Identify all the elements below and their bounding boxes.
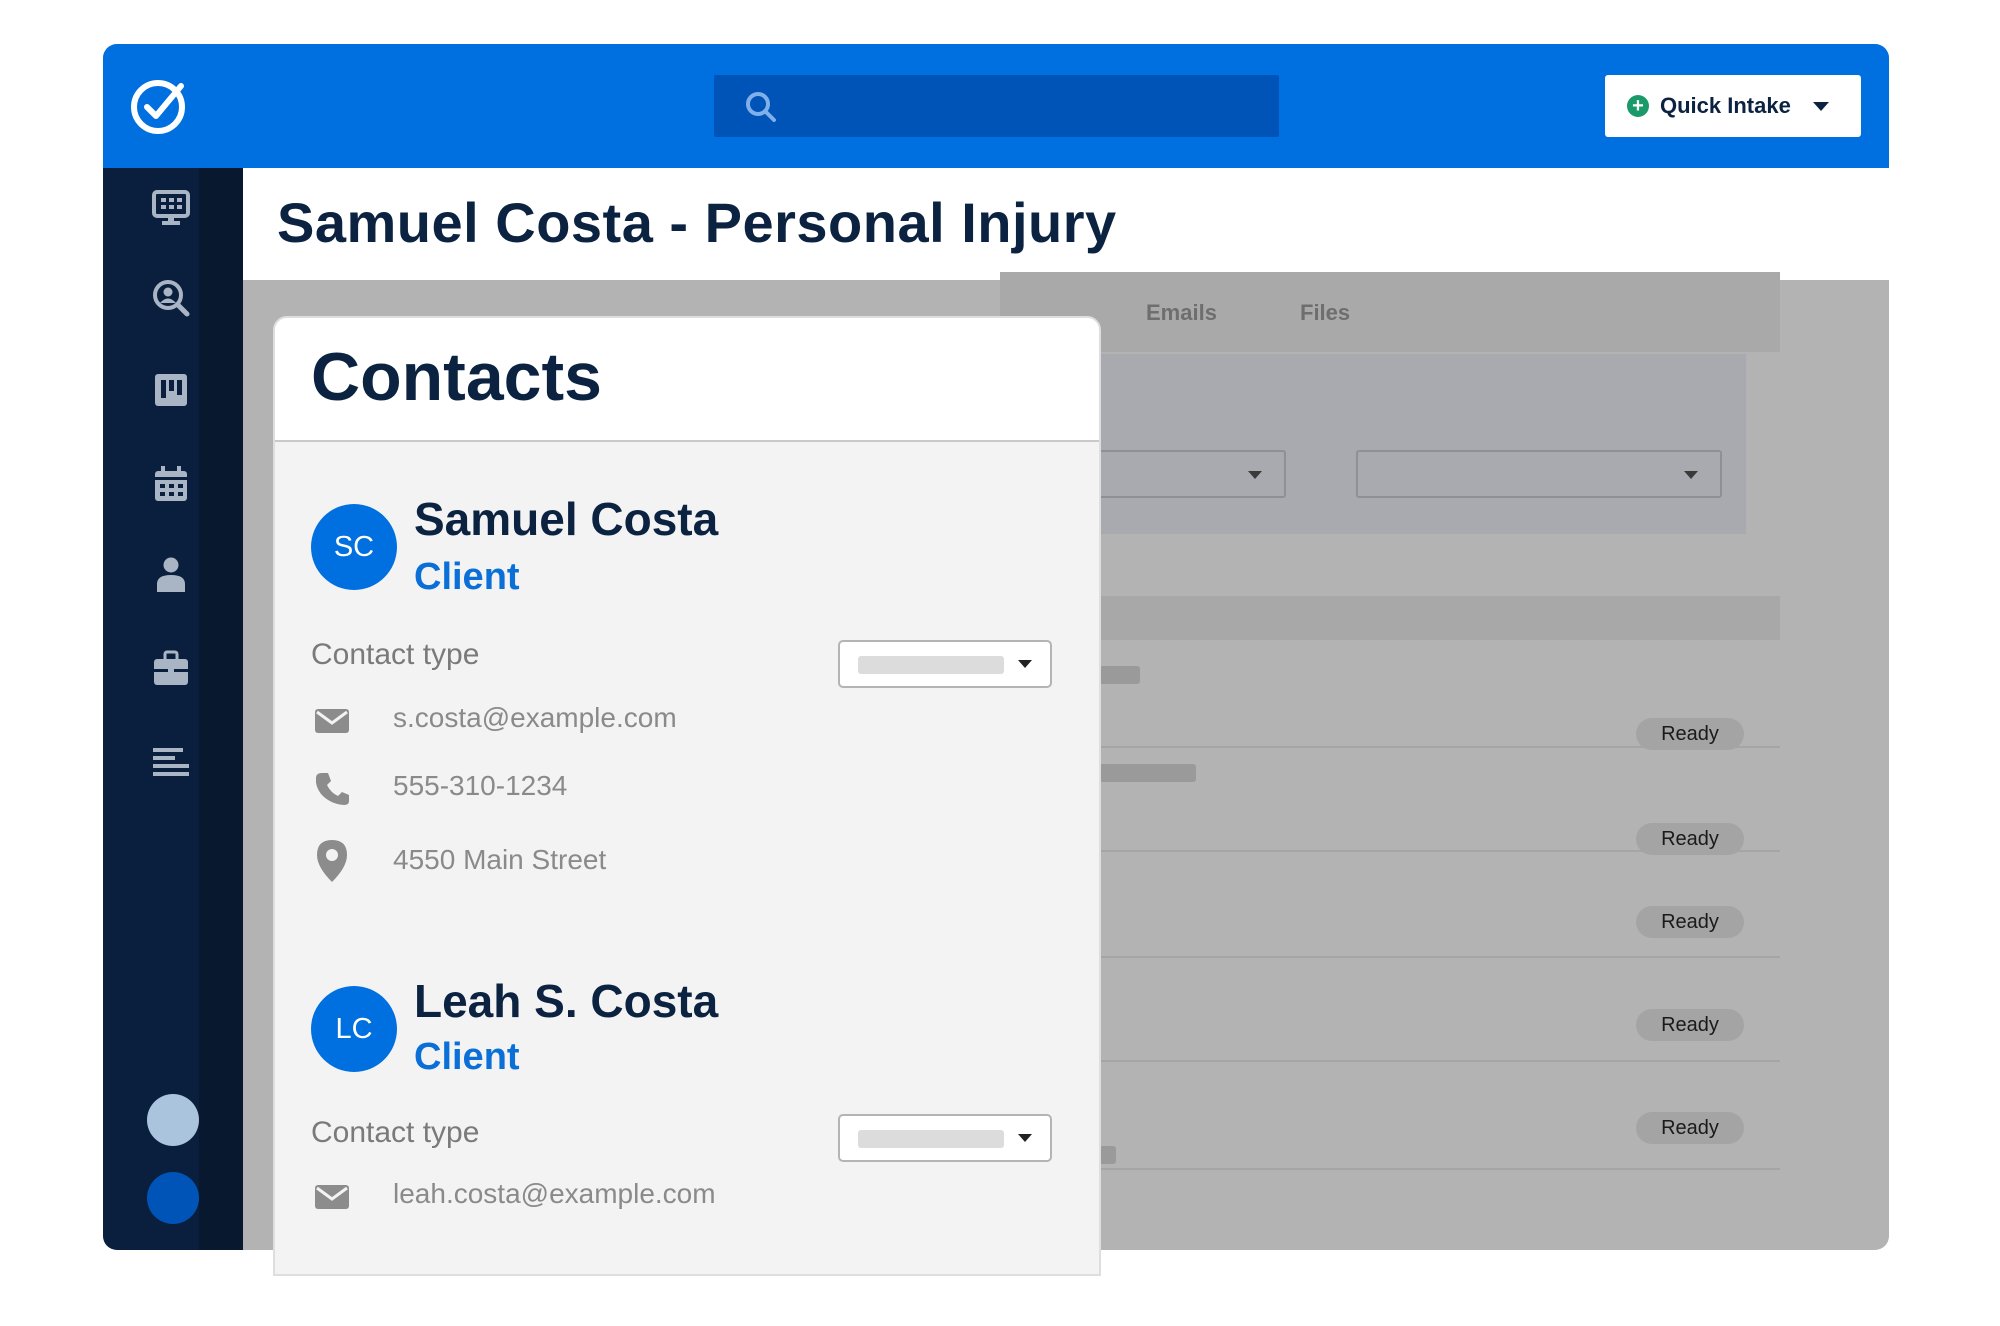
- contacts-panel: Contacts SC Samuel Costa Client Contact …: [273, 316, 1101, 1276]
- contact-phone[interactable]: 555-310-1234: [393, 770, 567, 802]
- phone-icon: [315, 773, 349, 805]
- person-icon[interactable]: [151, 554, 191, 594]
- plus-icon: +: [1627, 95, 1649, 117]
- chevron-down-icon: [1248, 471, 1262, 479]
- tab-files[interactable]: Files: [1300, 300, 1350, 326]
- contacts-header: Contacts: [275, 318, 1099, 442]
- contact-address[interactable]: 4550 Main Street: [393, 844, 606, 876]
- filter-select[interactable]: [1356, 450, 1722, 498]
- contact-role: Client: [414, 1036, 520, 1078]
- chevron-down-icon: [1018, 1134, 1032, 1142]
- contacts-heading: Contacts: [311, 339, 602, 415]
- contact-type-select[interactable]: [838, 640, 1052, 688]
- contact-type-select[interactable]: [838, 1114, 1052, 1162]
- contact-email[interactable]: leah.costa@example.com: [393, 1178, 716, 1210]
- contact-type-label: Contact type: [311, 638, 480, 671]
- contact-role: Client: [414, 556, 520, 598]
- user-avatar[interactable]: [147, 1172, 199, 1224]
- email-icon: [315, 1185, 349, 1209]
- status-badge: Ready: [1636, 1112, 1744, 1144]
- status-badge: Ready: [1636, 906, 1744, 938]
- chevron-down-icon: [1684, 471, 1698, 479]
- top-bar: + Quick Intake: [103, 44, 1889, 168]
- email-icon: [315, 709, 349, 733]
- chevron-down-icon: [1812, 101, 1829, 111]
- chevron-down-icon: [1018, 660, 1032, 668]
- tabs-bar: [1000, 272, 1780, 352]
- status-badge: Ready: [1636, 1009, 1744, 1041]
- location-pin-icon: [317, 840, 347, 882]
- contact-email[interactable]: s.costa@example.com: [393, 702, 677, 734]
- status-badge: Ready: [1636, 823, 1744, 855]
- help-avatar[interactable]: [147, 1094, 199, 1146]
- quick-intake-label: Quick Intake: [1660, 93, 1791, 118]
- contact-type-label: Contact type: [311, 1116, 480, 1149]
- table-header: [1000, 596, 1780, 640]
- search-icon: [746, 92, 776, 122]
- page-title: Samuel Costa - Personal Injury: [277, 191, 1117, 254]
- avatar[interactable]: SC: [311, 504, 397, 590]
- list-icon[interactable]: [151, 742, 191, 782]
- avatar[interactable]: LC: [311, 986, 397, 1072]
- tab-emails[interactable]: Emails: [1146, 300, 1217, 326]
- dashboard-icon[interactable]: [151, 188, 191, 228]
- filter-area: [1000, 354, 1746, 534]
- search-person-icon[interactable]: [151, 278, 191, 318]
- search-input[interactable]: [714, 75, 1279, 137]
- briefcase-icon[interactable]: [151, 648, 191, 688]
- board-icon[interactable]: [151, 370, 191, 410]
- contact-name[interactable]: Leah S. Costa: [414, 974, 718, 1028]
- quick-intake-button[interactable]: + Quick Intake: [1605, 75, 1861, 137]
- table-row[interactable]: [1000, 852, 1780, 958]
- sidebar: [103, 168, 243, 1250]
- status-badge: Ready: [1636, 718, 1744, 750]
- calendar-icon[interactable]: [151, 464, 191, 504]
- logo-icon[interactable]: [129, 76, 189, 136]
- contact-name[interactable]: Samuel Costa: [414, 492, 718, 546]
- matter-header: Samuel Costa - Personal Injury: [243, 168, 1889, 280]
